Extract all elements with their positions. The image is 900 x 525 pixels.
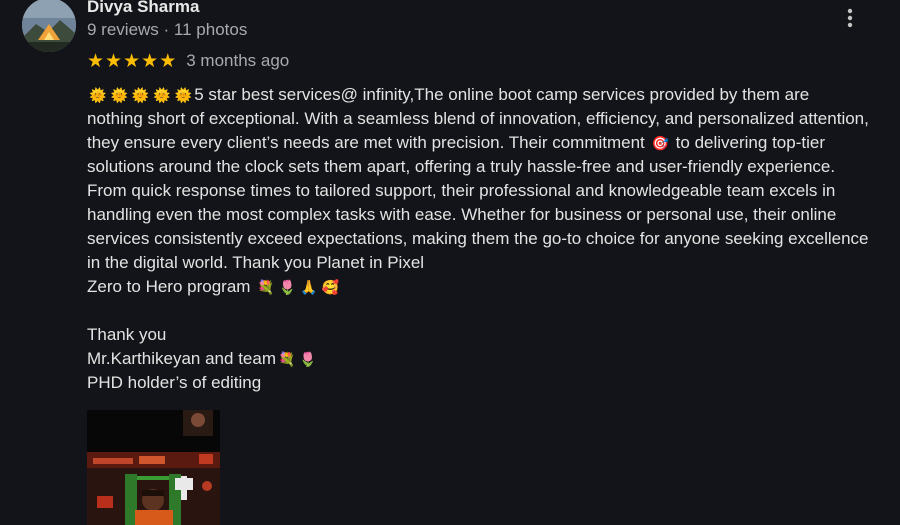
author-name[interactable]: Divya Sharma: [87, 0, 199, 17]
sun-icon: 🌞: [89, 88, 107, 104]
review-line: Mr.Karthikeyan and team 💐 🌷: [87, 347, 897, 371]
sun-icon: 🌞: [131, 88, 150, 104]
more-vert-icon: [847, 8, 853, 28]
praying-hands-icon: 🙏: [300, 280, 318, 296]
tulip-icon: 🌷: [299, 352, 317, 368]
review-text-segment: 5 star best services@ infinity,The onlin…: [194, 85, 810, 104]
star-icon: ★: [159, 50, 177, 72]
review-card: Divya Sharma 9 reviews · 11 photos ★ ★ ★…: [0, 0, 900, 525]
star-icon: ★: [123, 50, 141, 72]
bouquet-icon: 💐: [257, 280, 275, 296]
star-icon: ★: [87, 50, 105, 72]
review-line: PHD holder’s of editing: [87, 373, 262, 392]
review-line: Thank you: [87, 325, 167, 344]
smiling-face-hearts-icon: 🥰: [321, 280, 339, 296]
review-line: From quick response times to tailored su…: [87, 181, 836, 200]
sun-icon: 🌞: [174, 88, 193, 104]
review-line: handling even the most complex tasks wit…: [87, 205, 837, 224]
star-rating: ★ ★ ★ ★ ★: [87, 51, 176, 71]
review-text-segment: they ensure every client’s needs are met…: [87, 133, 650, 152]
review-line: nothing short of exceptional. With a sea…: [87, 109, 869, 128]
sun-icon: 🌞: [153, 88, 171, 104]
review-text: 🌞 🌞 🌞 🌞 🌞 5 star best services@ infinity,The …: [87, 83, 897, 395]
review-text-segment: to delivering top-tier: [670, 133, 825, 152]
review-photo-image: [87, 410, 220, 525]
review-text-segment: Mr.Karthikeyan and team: [87, 349, 276, 368]
more-options-button[interactable]: [836, 4, 864, 32]
target-icon: 🎯: [651, 136, 669, 152]
review-line: Zero to Hero program 💐 🌷 🙏 🥰: [87, 275, 897, 299]
star-icon: ★: [141, 50, 159, 72]
rating-row: ★ ★ ★ ★ ★ 3 months ago: [87, 50, 289, 72]
review-line: in the digital world. Thank you Planet i…: [87, 253, 425, 272]
sun-icon: 🌞: [110, 88, 128, 104]
review-line: solutions around the clock sets them apa…: [87, 157, 836, 176]
bouquet-icon: 💐: [277, 352, 296, 368]
tulip-icon: 🌷: [278, 280, 297, 296]
author-avatar[interactable]: [22, 0, 76, 52]
review-line: they ensure every client’s needs are met…: [87, 131, 897, 155]
author-review-count: 9 reviews · 11 photos: [87, 20, 248, 39]
star-icon: ★: [105, 50, 123, 72]
avatar-image: [22, 0, 76, 52]
review-line: services consistently exceed expectation…: [87, 229, 869, 248]
review-photo[interactable]: [87, 410, 220, 525]
review-date: 3 months ago: [186, 51, 290, 70]
review-text-segment: Zero to Hero program: [87, 277, 256, 296]
review-line: 🌞 🌞 🌞 🌞 🌞 5 star best services@ infinity,The …: [87, 83, 897, 107]
review-line-blank: [87, 299, 897, 323]
